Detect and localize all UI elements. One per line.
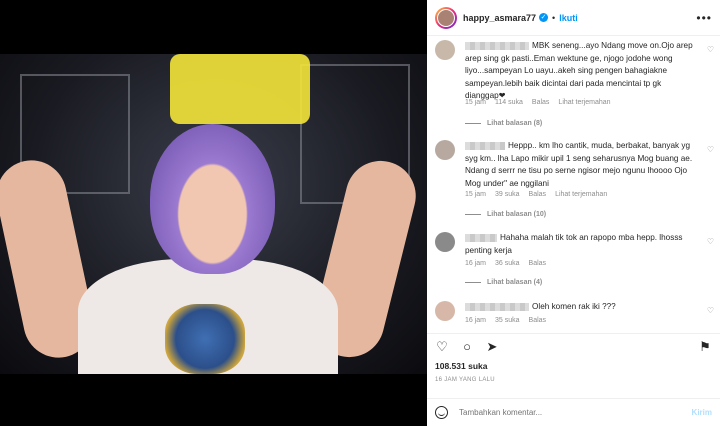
avatar[interactable] <box>435 232 455 252</box>
comment-likes[interactable]: 114 suka <box>495 99 523 106</box>
reply-button[interactable]: Balas <box>532 99 550 106</box>
follow-button[interactable]: Ikuti <box>559 13 578 23</box>
like-comment-icon[interactable]: ♡ <box>707 45 714 54</box>
post-side-panel: happy_asmara77 ✓ • Ikuti ••• MBK seneng.… <box>427 0 720 426</box>
view-replies-link[interactable]: Lihat balasan (10) <box>465 211 546 218</box>
bookmark-icon[interactable]: ⚑ <box>698 339 712 354</box>
comment-time: 15 jam <box>465 191 487 198</box>
emoji-icon[interactable] <box>435 406 448 419</box>
comment-meta: 15 jam 114 suka Balas Lihat terjemahan <box>465 99 620 106</box>
comment-time: 16 jam <box>465 260 487 267</box>
like-comment-icon[interactable]: ♡ <box>707 306 714 315</box>
comment-text: Oleh komen rak iki ??? <box>465 301 693 314</box>
comment-meta: 15 jam 39 suka Balas Lihat terjemahan <box>465 191 616 198</box>
post-time: 16 JAM YANG LALU <box>435 377 495 383</box>
avatar[interactable] <box>435 140 455 160</box>
reply-button[interactable]: Balas <box>529 260 547 267</box>
post-modal: happy_asmara77 ✓ • Ikuti ••• MBK seneng.… <box>0 0 720 426</box>
comment-time: 15 jam <box>465 99 487 106</box>
person-head <box>150 124 275 274</box>
comment-text: Heppp.. km lho cantik, muda, berbakat, b… <box>465 141 693 188</box>
comment-likes[interactable]: 36 suka <box>495 260 520 267</box>
avatar[interactable] <box>435 40 455 60</box>
reply-button[interactable]: Balas <box>529 317 547 324</box>
comment-meta: 16 jam 36 suka Balas <box>465 260 555 267</box>
commenter-name-redacted[interactable] <box>465 41 529 50</box>
commenter-name-redacted[interactable] <box>465 302 529 311</box>
comments-list[interactable]: MBK seneng...ayo Ndang move on.Ojo arep … <box>427 36 720 333</box>
comment-time: 16 jam <box>465 317 487 324</box>
post-header: happy_asmara77 ✓ • Ikuti ••• <box>427 0 720 36</box>
view-replies-link[interactable]: Lihat balasan (8) <box>465 120 542 127</box>
comment-input[interactable] <box>459 408 659 417</box>
more-options-icon[interactable]: ••• <box>696 11 712 25</box>
avatar[interactable] <box>435 6 457 29</box>
comment-text: Hahaha malah tik tok an rapopo mba hepp.… <box>465 233 683 255</box>
post-image[interactable] <box>0 54 427 374</box>
comment-icon[interactable]: ○ <box>460 339 474 354</box>
shirt-print <box>165 304 245 374</box>
translate-link[interactable]: Lihat terjemahan <box>555 191 607 198</box>
share-icon[interactable]: ➤ <box>485 339 499 354</box>
like-count[interactable]: 108.531 suka <box>435 361 487 371</box>
verified-badge-icon: ✓ <box>539 13 549 22</box>
comment-likes[interactable]: 39 suka <box>495 191 520 198</box>
send-button[interactable]: Kirim <box>692 408 712 417</box>
commenter-name-redacted[interactable] <box>465 141 505 150</box>
translate-link[interactable]: Lihat terjemahan <box>558 99 610 106</box>
add-comment-bar: Kirim <box>427 398 720 426</box>
like-comment-icon[interactable]: ♡ <box>707 145 714 154</box>
view-replies-link[interactable]: Lihat balasan (4) <box>465 279 542 286</box>
commenter-name-redacted[interactable] <box>465 233 497 242</box>
stage-logo <box>170 54 310 124</box>
heart-icon[interactable]: ♡ <box>435 339 449 354</box>
separator-dot: • <box>552 12 556 23</box>
comment-text: MBK seneng...ayo Ndang move on.Ojo arep … <box>465 41 693 100</box>
reply-button[interactable]: Balas <box>529 191 547 198</box>
post-actions: ♡ ○ ➤ ⚑ <box>427 333 720 359</box>
comment-likes[interactable]: 35 suka <box>495 317 520 324</box>
avatar[interactable] <box>435 301 455 321</box>
like-comment-icon[interactable]: ♡ <box>707 237 714 246</box>
username-link[interactable]: happy_asmara77 <box>463 13 536 23</box>
comment-meta: 16 jam 35 suka Balas <box>465 317 555 324</box>
